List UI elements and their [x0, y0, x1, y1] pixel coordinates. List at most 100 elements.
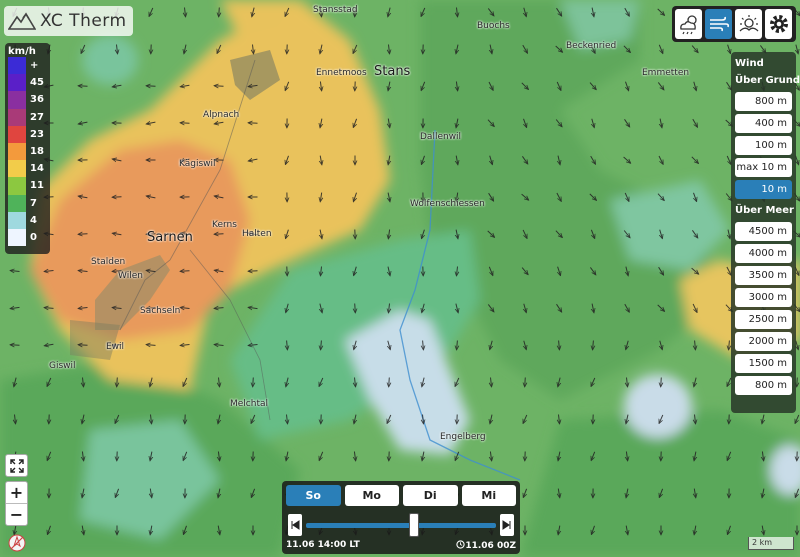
agl-level-list: 800 m 400 m 100 m max 10 m 10 m	[735, 92, 792, 199]
zoom-out-button[interactable]: −	[6, 503, 27, 525]
legend-swatch	[8, 177, 26, 195]
altitude-level-button[interactable]: 400 m	[735, 114, 792, 133]
place-label[interactable]: Wilen	[118, 271, 143, 281]
legend-swatch	[8, 57, 26, 75]
skip-back-icon	[291, 520, 300, 530]
wind-speed-legend: km/h +45 36 27 23 18 14 11 7 4 0	[5, 43, 50, 254]
place-label[interactable]: Stansstad	[313, 5, 358, 15]
model-run: 11.06 00Z	[456, 540, 516, 551]
altitude-level-button[interactable]: 100 m	[735, 136, 792, 155]
legend-value: +	[30, 60, 39, 72]
legend-value: 27	[30, 111, 44, 123]
day-tab[interactable]: So	[286, 485, 341, 506]
altitude-level-button[interactable]: 4500 m	[735, 222, 792, 241]
slider-track[interactable]	[306, 523, 496, 528]
fullscreen-button[interactable]	[5, 454, 28, 477]
day-tab[interactable]: Di	[403, 485, 458, 506]
local-time: 11.06 14:00 LT	[286, 540, 360, 550]
time-panel: So Mo Di Mi 11.06 14:00 LT 11.06 00Z	[282, 481, 520, 554]
location-off-icon[interactable]	[7, 533, 27, 553]
legend-row: 36	[8, 91, 47, 109]
legend-row: 45	[8, 74, 47, 92]
legend-swatch	[8, 125, 26, 143]
legend-row: 0	[8, 228, 47, 247]
place-label[interactable]: Ewil	[106, 342, 124, 352]
place-label[interactable]: Sachseln	[140, 306, 180, 316]
wind-arrow	[797, 377, 798, 387]
altitude-level-button[interactable]: 4000 m	[735, 244, 792, 263]
wind-arrow	[525, 377, 526, 387]
legend-swatch	[8, 74, 26, 92]
place-label[interactable]: Ennetmoos	[316, 68, 367, 78]
legend-swatch	[8, 108, 26, 126]
gear-icon	[769, 15, 788, 33]
legend-value: 4	[30, 214, 37, 226]
legend-row: 14	[8, 160, 47, 178]
app-logo[interactable]: XC Therm	[4, 6, 133, 36]
place-label[interactable]: Buochs	[477, 21, 510, 31]
legend-swatch	[8, 228, 26, 247]
wind-arrow	[79, 345, 88, 346]
altitude-level-button[interactable]: 2500 m	[735, 310, 792, 329]
place-label[interactable]: Wolfenschiessen	[410, 199, 485, 209]
altitude-level-button[interactable]: 800 m	[735, 376, 792, 395]
time-labels: 11.06 14:00 LT 11.06 00Z	[286, 540, 516, 551]
altitude-level-button[interactable]: 10 m	[735, 180, 792, 199]
settings-button[interactable]	[765, 9, 792, 39]
place-label[interactable]: Giswil	[49, 361, 76, 371]
altitude-level-button[interactable]: 3000 m	[735, 288, 792, 307]
place-label[interactable]: Sarnen	[147, 230, 193, 245]
cloud-layer-button[interactable]	[675, 9, 702, 39]
map-scale: 2 km	[748, 537, 794, 550]
day-tab[interactable]: Mo	[344, 485, 399, 506]
legend-swatch	[8, 211, 26, 229]
place-label[interactable]: Kerns	[212, 220, 237, 230]
place-label[interactable]: Halten	[242, 229, 272, 239]
wind-arrow	[215, 86, 224, 87]
cloud-sun-icon	[679, 15, 697, 35]
legend-swatch	[8, 160, 26, 178]
wind-arrow	[389, 377, 390, 387]
legend-row: 27	[8, 108, 47, 126]
legend-value: 23	[30, 128, 44, 140]
altitude-level-button[interactable]: 2000 m	[735, 332, 792, 351]
zoom-in-button[interactable]: +	[6, 482, 27, 503]
legend-row: 18	[8, 142, 47, 161]
zoom-controls: + −	[5, 481, 28, 526]
legend-value: 11	[30, 180, 44, 192]
altitude-level-button[interactable]: max 10 m	[735, 158, 792, 177]
wind-arrow	[253, 377, 254, 387]
day-tabs: So Mo Di Mi	[286, 485, 516, 506]
legend-row: 4	[8, 211, 47, 229]
place-label[interactable]: Dallenwil	[420, 132, 461, 142]
wind-arrow	[219, 7, 220, 17]
altitude-level-button[interactable]: 3500 m	[735, 266, 792, 285]
wind-panel-title: Wind	[735, 58, 764, 69]
day-tab[interactable]: Mi	[461, 485, 516, 506]
legend-row: 7	[8, 194, 47, 212]
place-label[interactable]: Alpnach	[203, 110, 239, 120]
wind-altitude-panel: Wind Über Grund 800 m 400 m 100 m max 10 m 1…	[731, 52, 800, 413]
next-step-button[interactable]	[500, 514, 514, 536]
altitude-level-button[interactable]: 1500 m	[735, 354, 792, 373]
wind-arrow	[355, 303, 356, 313]
place-label[interactable]: Emmetten	[642, 68, 689, 78]
place-label[interactable]: Stans	[374, 64, 410, 79]
legend-value: 0	[30, 231, 37, 243]
slider-thumb[interactable]	[409, 513, 420, 537]
wind-layer-button[interactable]	[705, 9, 732, 39]
wind-arrow	[117, 377, 118, 387]
place-label[interactable]: Kägiswil	[179, 159, 216, 169]
legend-rows: +45 36 27 23 18 14 11 7 4 0	[8, 57, 47, 247]
place-label[interactable]: Engelberg	[440, 432, 486, 442]
thermal-sun-icon	[739, 15, 758, 32]
place-label[interactable]: Melchtal	[230, 399, 268, 409]
wind-arrow	[181, 271, 190, 272]
altitude-level-button[interactable]: 800 m	[735, 92, 792, 111]
place-label[interactable]: Stalden	[91, 257, 125, 267]
place-label[interactable]: Beckenried	[566, 41, 616, 51]
previous-step-button[interactable]	[288, 514, 302, 536]
time-slider[interactable]	[286, 511, 516, 539]
legend-value: 45	[30, 77, 44, 89]
thermal-layer-button[interactable]	[735, 9, 762, 39]
